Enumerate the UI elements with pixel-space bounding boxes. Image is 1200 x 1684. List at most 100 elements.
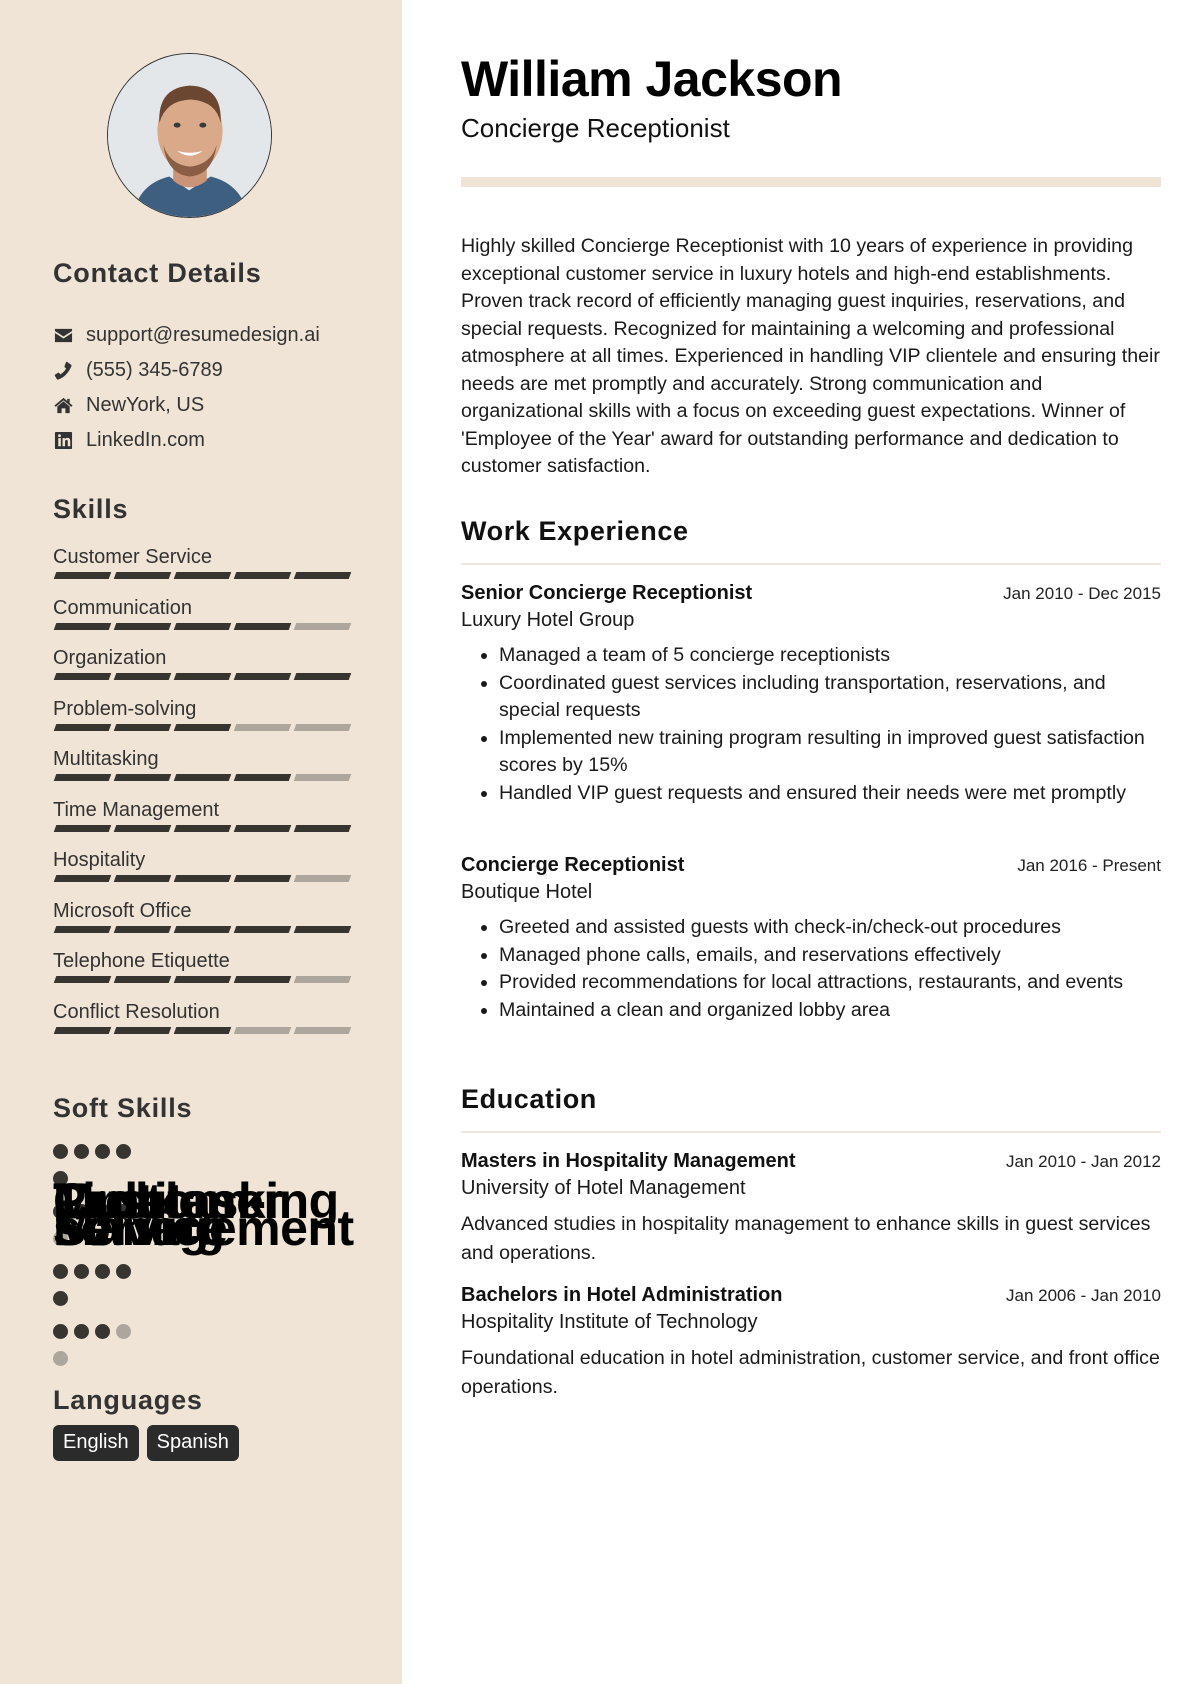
job-bullet: Implemented new training program resulti… [499, 725, 1161, 780]
skill-segment-filled [113, 723, 172, 731]
summary-text: Highly skilled Concierge Receptionist wi… [461, 235, 1160, 477]
job-bullets: Greeted and assisted guests with check-i… [461, 914, 1161, 1024]
skill-segment-filled [113, 1026, 172, 1034]
job-bullet: Handled VIP guest requests and ensured t… [499, 780, 1161, 808]
contact-email-text: support@resumedesign.ai [86, 324, 320, 346]
work-experience-heading: Work Experience [461, 516, 689, 546]
header-divider [461, 177, 1161, 187]
soft-skill-name: Multitasking [53, 1173, 339, 1229]
rating-dot-filled [95, 1144, 110, 1159]
skill-segment-filled [113, 976, 172, 983]
skill-segment-filled [233, 774, 292, 781]
skill-name: Hospitality [53, 849, 146, 871]
job-bullet: Coordinated guest services including tra… [499, 670, 1161, 725]
skill-item: Microsoft Office [53, 899, 353, 950]
sidebar: Contact Details support@resumedesign.ai … [0, 0, 402, 1684]
contact-list: support@resumedesign.ai (555) 345-6789 N… [53, 318, 383, 458]
job-company: Boutique Hotel [461, 881, 593, 903]
skill-level-bar [53, 824, 353, 832]
skill-segment-filled [173, 622, 232, 630]
skill-segment-filled [293, 925, 352, 933]
degree-title: Bachelors in Hotel Administration [461, 1284, 783, 1306]
education-divider [461, 1131, 1161, 1133]
skill-segment-filled [113, 925, 172, 933]
skill-name: Customer Service [53, 546, 212, 568]
job-entry: Senior Concierge Receptionist Jan 2010 -… [461, 580, 1161, 807]
education-description: Foundational education in hotel administ… [461, 1347, 1160, 1398]
contact-linkedin[interactable]: LinkedIn.com [53, 423, 383, 458]
contact-phone-text: (555) 345-6789 [86, 359, 223, 381]
soft-skills-list: Customer Service Problem-solving Time Mana… [53, 1138, 373, 1378]
education-dates: Jan 2006 - Jan 2010 [1005, 1286, 1161, 1305]
skill-segment-filled [53, 622, 112, 630]
skill-segment-empty [233, 723, 292, 731]
skill-name: Microsoft Office [53, 899, 192, 922]
skill-segment-empty [233, 1026, 292, 1034]
skill-segment-empty [293, 774, 352, 781]
skill-name: Organization [53, 647, 167, 669]
education-heading: Education [461, 1084, 597, 1114]
skill-item: Telephone Etiquette [53, 949, 353, 1000]
home-icon [53, 396, 73, 416]
skill-segment-filled [233, 875, 292, 882]
skill-segment-empty [293, 723, 352, 731]
skill-segment-filled [53, 673, 112, 680]
job-entry: Concierge Receptionist Jan 2016 - Presen… [461, 852, 1161, 1024]
skill-segment-filled [113, 622, 172, 630]
skill-segment-filled [233, 976, 292, 983]
contact-location: NewYork, US [53, 388, 383, 423]
soft-skills-heading: Soft Skills [53, 1093, 193, 1123]
rating-dot-filled [95, 1324, 110, 1339]
skill-item: Problem-solving [53, 697, 353, 748]
skill-level-bar [53, 976, 353, 983]
job-dates: Jan 2016 - Present [1017, 856, 1161, 875]
languages-list: English Spanish [53, 1425, 239, 1461]
skill-segment-filled [173, 572, 232, 579]
main-content: William Jackson Concierge Receptionist H… [461, 0, 1161, 1684]
skill-segment-empty [293, 1026, 352, 1034]
skill-segment-filled [53, 824, 112, 832]
rating-dot-filled [95, 1264, 110, 1279]
skill-segment-filled [293, 673, 352, 680]
skill-name: Problem-solving [53, 697, 197, 720]
skill-segment-filled [173, 723, 232, 731]
contact-linkedin-text: LinkedIn.com [86, 429, 205, 451]
contact-email[interactable]: support@resumedesign.ai [53, 318, 383, 353]
skill-name: Communication [53, 596, 192, 619]
skill-item: Multitasking [53, 747, 353, 798]
skill-item: Time Management [53, 798, 353, 849]
skill-segment-filled [113, 774, 172, 781]
education-description: Advanced studies in hospitality manageme… [461, 1213, 1151, 1264]
rating-dot-filled [74, 1144, 89, 1159]
skill-segment-filled [173, 774, 232, 781]
soft-skill-rating [53, 1318, 141, 1378]
job-bullet: Maintained a clean and organized lobby a… [499, 997, 1161, 1025]
skill-level-bar [53, 774, 353, 781]
skill-segment-filled [53, 1026, 112, 1034]
skill-segment-filled [173, 925, 232, 933]
degree-title: Masters in Hospitality Management [461, 1150, 796, 1172]
soft-skill-item: Time Management [53, 1176, 373, 1318]
skill-segment-filled [233, 925, 292, 933]
candidate-title: Concierge Receptionist [461, 113, 730, 143]
language-chip: Spanish [146, 1425, 239, 1461]
language-chip: English [53, 1425, 139, 1461]
rating-dot-filled [116, 1264, 131, 1279]
skill-segment-empty [293, 875, 352, 882]
contact-phone[interactable]: (555) 345-6789 [53, 353, 383, 388]
contact-location-text: NewYork, US [86, 394, 205, 416]
skill-item: Customer Service [53, 545, 353, 596]
job-bullet: Greeted and assisted guests with check-i… [499, 914, 1161, 942]
job-bullet: Managed phone calls, emails, and reserva… [499, 942, 1161, 970]
school-name: Hospitality Institute of Technology [461, 1311, 758, 1333]
job-bullet: Provided recommendations for local attra… [499, 969, 1161, 997]
education-entry: Bachelors in Hotel Administration Jan 20… [461, 1282, 1161, 1401]
rating-dot-empty [116, 1324, 131, 1339]
education-dates: Jan 2010 - Jan 2012 [1005, 1152, 1161, 1171]
linkedin-icon [53, 431, 73, 451]
skill-level-bar [53, 572, 353, 579]
skills-heading: Skills [53, 494, 129, 524]
rating-dot-filled [53, 1264, 68, 1279]
skill-segment-filled [113, 824, 172, 832]
avatar-illustration [108, 54, 271, 217]
